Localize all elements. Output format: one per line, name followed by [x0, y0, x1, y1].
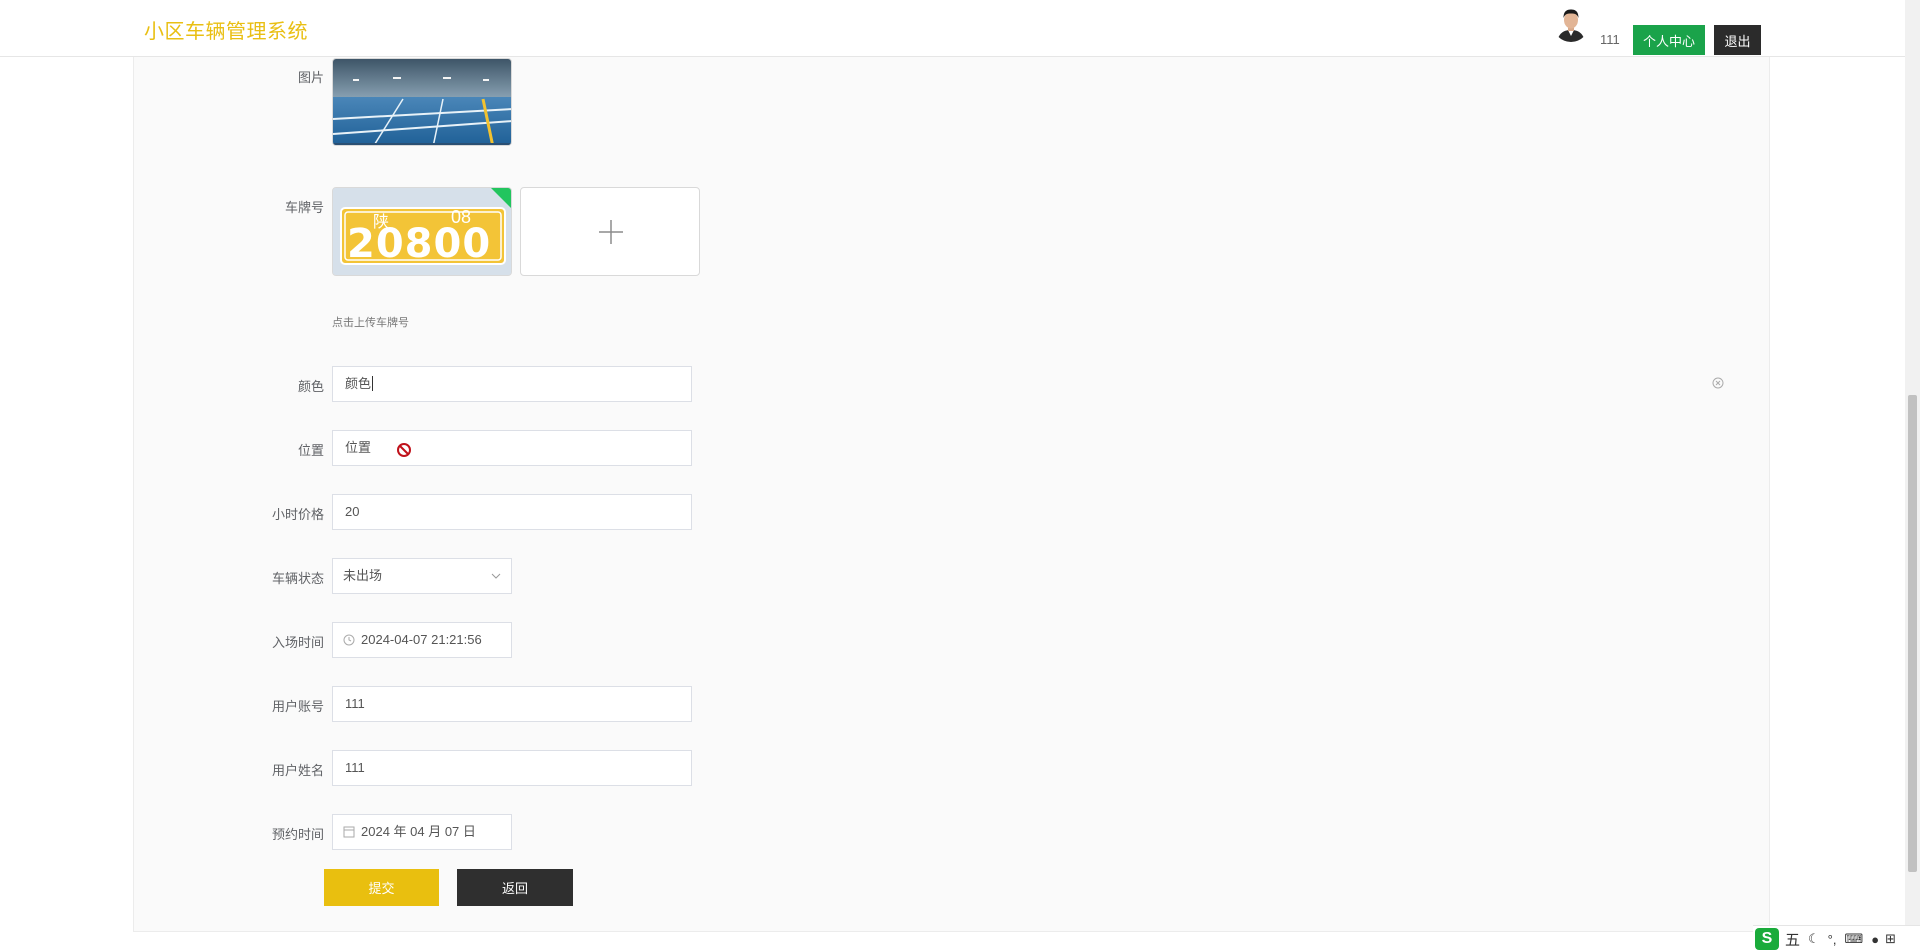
account-value: 111 [345, 696, 365, 711]
account-label: 用户账号 [271, 699, 324, 714]
plus-icon [599, 220, 623, 244]
text-cursor [372, 376, 374, 391]
reserve-time-label: 预约时间 [271, 827, 324, 842]
grid-icon[interactable]: ⊞ [1885, 931, 1896, 947]
chevron-down-icon [491, 559, 501, 606]
not-allowed-cursor-icon [396, 442, 412, 461]
color-value: 颜色 [345, 376, 372, 391]
page-scrollbar[interactable] [1905, 0, 1920, 952]
moon-icon[interactable]: ☾ [1808, 931, 1820, 947]
clock-icon [343, 623, 355, 670]
status-select[interactable]: 未出场 [332, 558, 512, 594]
name-label: 用户姓名 [271, 763, 324, 778]
entry-time-picker[interactable]: 2024-04-07 21:21:56 [332, 622, 512, 658]
clear-icon[interactable] [1712, 377, 1724, 392]
calendar-icon [343, 815, 355, 862]
username-label: 111 [1600, 32, 1620, 47]
color-input[interactable]: 颜色 [332, 366, 692, 402]
punctuation-icon[interactable]: °, [1828, 932, 1837, 947]
plate-image[interactable]: 陕 08 20800 [332, 187, 512, 276]
back-button[interactable]: 返回 [457, 869, 573, 906]
ime-logo-icon[interactable]: S [1755, 928, 1779, 950]
reserve-date-picker[interactable]: 2024 年 04 月 07 日 [332, 814, 512, 850]
entry-time-value: 2024-04-07 21:21:56 [361, 632, 482, 647]
plate-upload-button[interactable] [520, 187, 700, 276]
price-label: 小时价格 [271, 507, 324, 522]
entry-time-label: 入场时间 [271, 635, 324, 650]
status-label: 车辆状态 [271, 571, 324, 586]
avatar-image [1553, 6, 1589, 42]
user-avatar[interactable] [1553, 6, 1589, 42]
color-label: 颜色 [297, 379, 324, 394]
profile-center-button[interactable]: 个人中心 [1633, 25, 1705, 55]
parking-lot-photo [333, 59, 511, 145]
plate-number: 20800 [347, 221, 492, 267]
location-value: 位置 [345, 440, 372, 455]
submit-button[interactable]: 提交 [324, 869, 439, 906]
reserve-time-value: 2024 年 04 月 07 日 [361, 824, 476, 839]
image-label: 图片 [297, 70, 324, 85]
top-navbar: 小区车辆管理系统 111 个人中心 退出 [0, 0, 1905, 57]
name-value: 111 [345, 760, 365, 775]
parking-lot-image[interactable] [332, 58, 512, 146]
user-icon[interactable]: ● [1871, 932, 1879, 947]
name-input[interactable]: 111 [332, 750, 692, 786]
keyboard-icon[interactable]: ⌨ [1844, 931, 1863, 947]
logout-button[interactable]: 退出 [1714, 25, 1761, 55]
location-label: 位置 [297, 443, 324, 458]
upload-hint: 点击上传车牌号 [332, 317, 409, 329]
form-panel: 图片 车牌号 陕 08 20800 点击上传车牌号 颜色 颜色 位置 位置 小时… [133, 0, 1770, 932]
price-input[interactable]: 20 [332, 494, 692, 530]
location-input[interactable]: 位置 [332, 430, 692, 466]
brand-title[interactable]: 小区车辆管理系统 [144, 15, 308, 44]
ime-toolbar[interactable]: S 五 ☾ °, ⌨ ● ⊞ [1753, 925, 1920, 952]
plate-label: 车牌号 [284, 200, 324, 215]
scrollbar-thumb[interactable] [1908, 395, 1917, 872]
status-value: 未出场 [343, 568, 383, 583]
price-value: 20 [345, 504, 360, 519]
ime-mode[interactable]: 五 [1785, 929, 1800, 950]
account-input[interactable]: 111 [332, 686, 692, 722]
